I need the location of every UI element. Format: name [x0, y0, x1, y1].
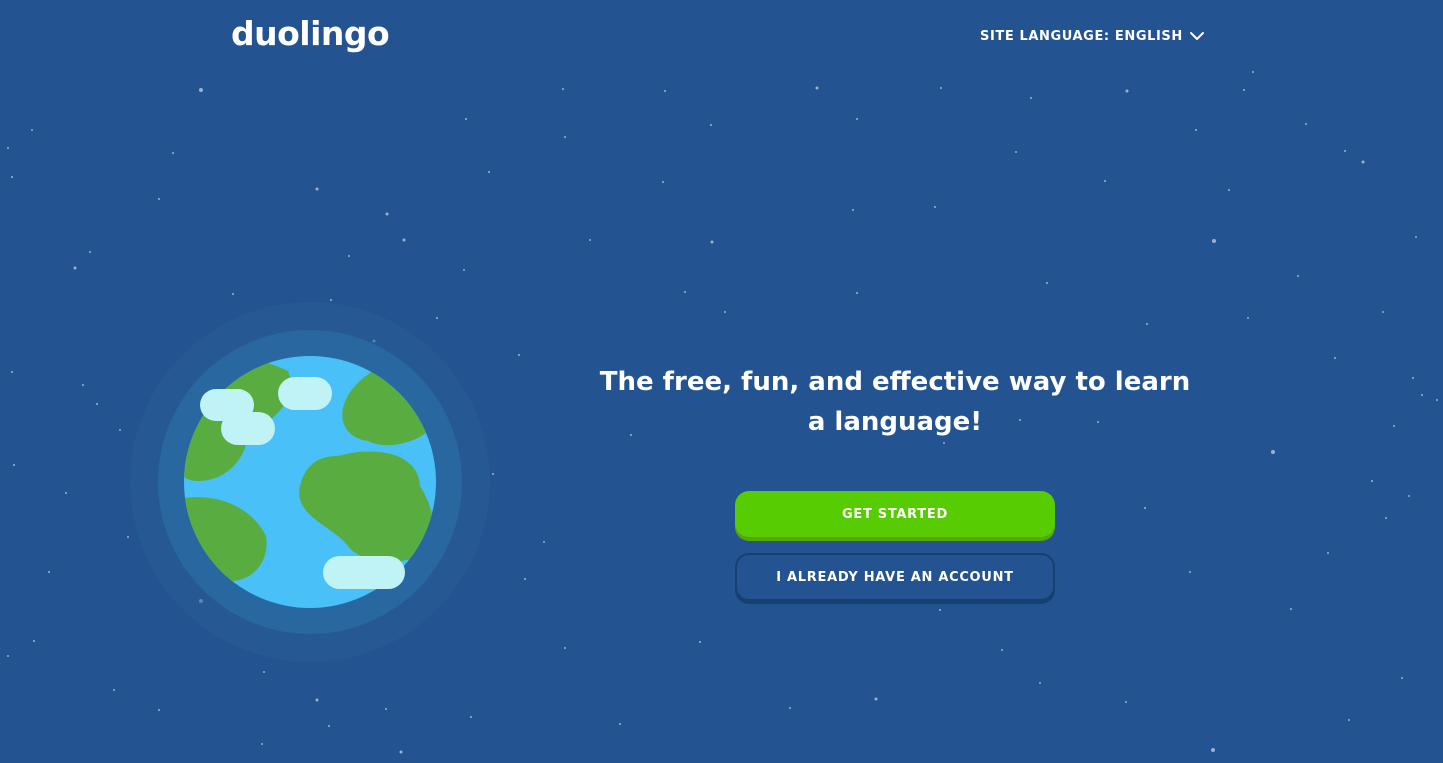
already-have-account-button[interactable]: I ALREADY HAVE AN ACCOUNT	[735, 553, 1055, 601]
site-language-label: SITE LANGUAGE: ENGLISH	[980, 28, 1183, 44]
chevron-down-icon	[1189, 32, 1204, 40]
get-started-button[interactable]: GET STARTED	[735, 491, 1055, 537]
duolingo-logo[interactable]: duolingo	[231, 14, 390, 54]
site-language-selector[interactable]: SITE LANGUAGE: ENGLISH	[980, 26, 1205, 46]
globe-illustration	[130, 302, 490, 662]
hero-headline: The free, fun, and effective way to lear…	[599, 367, 1191, 437]
